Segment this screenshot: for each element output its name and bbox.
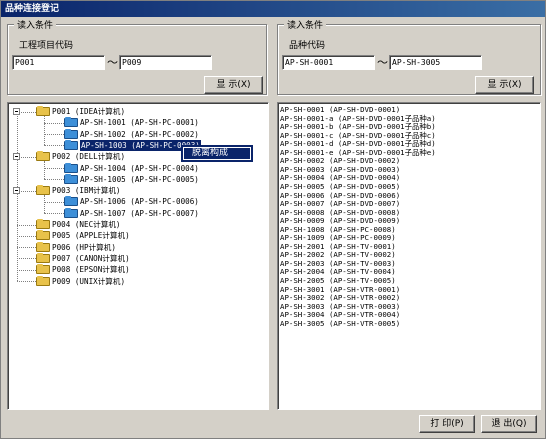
folder-icon: [36, 252, 50, 263]
tree-node-project[interactable]: P007 (CANON计算机): [8, 252, 266, 264]
range-separator-right: ～: [377, 56, 388, 69]
folder-icon: [36, 230, 50, 241]
range-separator: ～: [107, 56, 118, 69]
tree-node-label: P006 (HP计算机): [52, 242, 116, 252]
right-show-button[interactable]: 显 示(X): [475, 76, 534, 94]
project-code-label: 工程项目代码: [19, 41, 74, 51]
folder-icon: [64, 162, 78, 173]
folder-icon: [36, 185, 50, 196]
tree-node-label: AP-SH-1006 (AP-SH-PC-0006): [80, 197, 199, 207]
folder-icon: [36, 151, 50, 162]
window-title: 品种连接登记: [1, 1, 545, 17]
tree-node-project[interactable]: P006 (HP计算机): [8, 241, 266, 253]
tree-node-label: P005 (APPLE计算机): [52, 231, 130, 241]
product-list[interactable]: AP-SH-0001 (AP-SH-DVD-0001) AP-SH-0001-a …: [277, 102, 541, 410]
folder-icon: [36, 241, 50, 252]
folder-icon: [36, 106, 50, 116]
left-show-button[interactable]: 显 示(X): [204, 76, 263, 94]
folder-icon: [36, 264, 50, 275]
right-group-title: 读入条件: [284, 18, 327, 31]
tree-node-label: P003 (IBM计算机): [52, 186, 121, 196]
exit-button[interactable]: 退 出(Q): [481, 415, 537, 433]
folder-icon: [64, 117, 78, 128]
folder-icon: [36, 219, 50, 229]
tree-node-label: P009 (UNIX计算机): [52, 276, 126, 286]
tree-node-label: P008 (EPSON计算机): [52, 265, 130, 275]
tree-node-product[interactable]: AP-SH-1004 (AP-SH-PC-0004): [8, 162, 266, 174]
tree-node-product[interactable]: AP-SH-1002 (AP-SH-PC-0002): [8, 128, 266, 140]
tree-node-label: AP-SH-1002 (AP-SH-PC-0002): [80, 129, 199, 139]
product-code-label: 品种代码: [289, 41, 326, 51]
folder-icon: [64, 173, 78, 184]
folder-icon: [64, 196, 78, 207]
tree-node-project[interactable]: P001 (IDEA计算机): [8, 106, 266, 117]
print-button[interactable]: 打 印(P): [419, 415, 475, 433]
tree-node-product[interactable]: AP-SH-1007 (AP-SH-PC-0007): [8, 207, 266, 219]
tree-node-product[interactable]: AP-SH-1006 (AP-SH-PC-0006): [8, 196, 266, 207]
tree-node-label: AP-SH-1005 (AP-SH-PC-0005): [80, 174, 199, 184]
folder-icon: [64, 207, 78, 218]
tree-node-label: P004 (NEC计算机): [52, 220, 121, 229]
tree-node-label: P001 (IDEA计算机): [52, 107, 126, 116]
product-code-from-input[interactable]: AP-SH-0001: [282, 55, 375, 70]
folder-icon: [64, 128, 78, 139]
tree-node-project[interactable]: P008 (EPSON计算机): [8, 264, 266, 275]
tree-node-label: AP-SH-1004 (AP-SH-PC-0004): [80, 163, 199, 173]
tree-node-project[interactable]: P003 (IBM计算机): [8, 185, 266, 196]
collapse-toggle-icon[interactable]: [13, 187, 20, 195]
tree-node-label: AP-SH-1001 (AP-SH-PC-0001): [80, 118, 199, 128]
context-menu: 脱离构成: [181, 145, 253, 162]
folder-icon: [64, 139, 78, 150]
tree-node-product[interactable]: AP-SH-1005 (AP-SH-PC-0005): [8, 173, 266, 185]
folder-icon: [36, 275, 50, 286]
collapse-toggle-icon[interactable]: [13, 108, 20, 115]
project-code-from-input[interactable]: P001: [12, 55, 105, 70]
tree-node-label: P002 (DELL计算机): [52, 152, 126, 162]
project-code-to-input[interactable]: P009: [119, 55, 212, 70]
tree-node-label: P007 (CANON计算机): [52, 253, 130, 263]
left-group-title: 读入条件: [14, 18, 57, 31]
tree-node-project[interactable]: P005 (APPLE计算机): [8, 230, 266, 241]
tree-node-project[interactable]: P004 (NEC计算机): [8, 219, 266, 230]
context-menu-detach-item[interactable]: 脱离构成: [184, 148, 250, 159]
list-item[interactable]: AP-SH-3005 (AP-SH-VTR-0005): [280, 319, 400, 329]
tree-node-product[interactable]: AP-SH-1001 (AP-SH-PC-0001): [8, 117, 266, 128]
product-code-to-input[interactable]: AP-SH-3005: [389, 55, 482, 70]
collapse-toggle-icon[interactable]: [13, 153, 20, 161]
tree-node-project[interactable]: P009 (UNIX计算机): [8, 275, 266, 287]
tree-node-label: AP-SH-1007 (AP-SH-PC-0007): [80, 208, 199, 218]
main-window: 品种连接登记 读入条件 工程项目代码 P001 ～ P009 显 示(X) 读入…: [0, 0, 546, 439]
